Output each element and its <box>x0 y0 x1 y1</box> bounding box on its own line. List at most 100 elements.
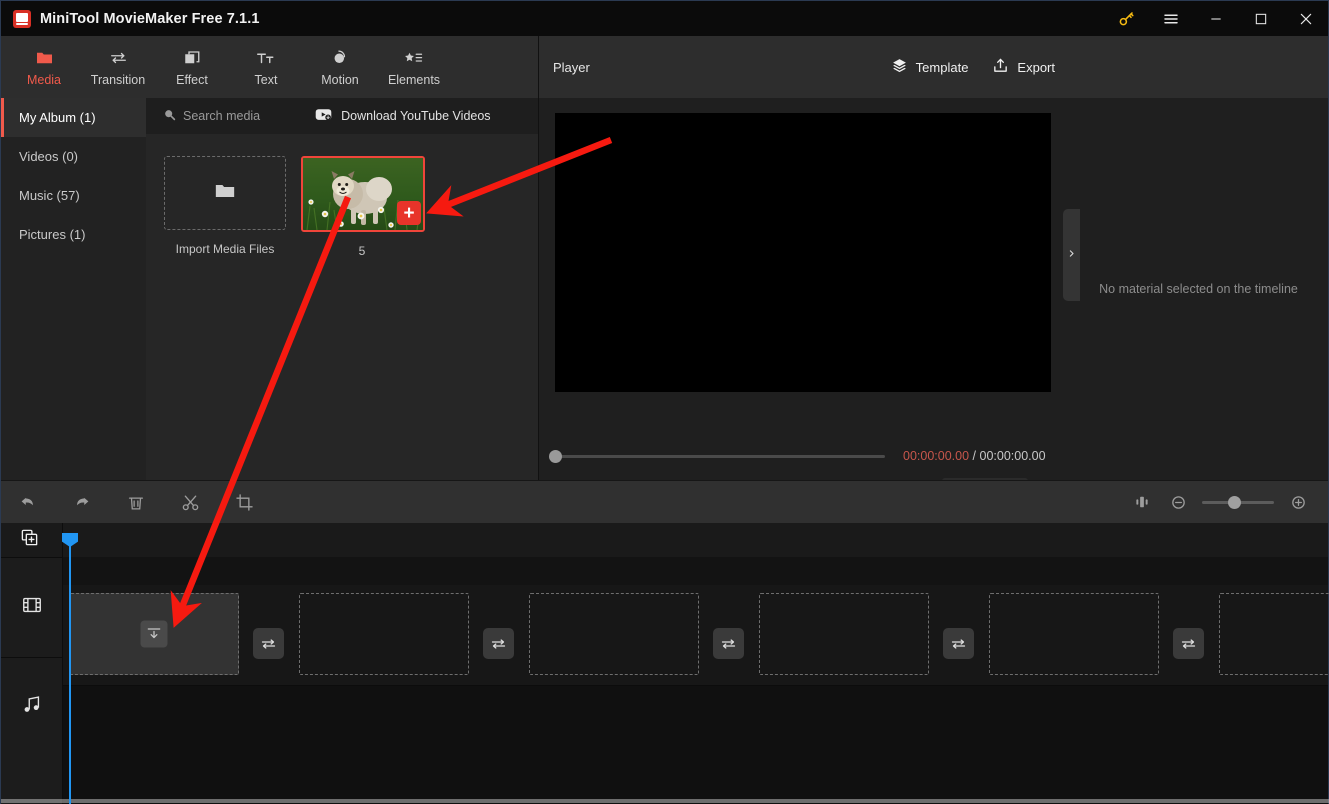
audio-track[interactable] <box>63 685 1328 783</box>
sidebar-item-videos[interactable]: Videos (0) <box>1 137 146 176</box>
tab-transition-label: Transition <box>90 73 146 87</box>
timeline-toolbar <box>1 480 1328 523</box>
zoom-in-icon[interactable] <box>1282 481 1314 524</box>
video-track[interactable] <box>63 585 1329 685</box>
timeline-slot[interactable] <box>299 593 469 675</box>
film-strip-icon <box>21 594 43 621</box>
maximize-icon[interactable] <box>1238 1 1283 36</box>
audio-track-header[interactable] <box>1 657 62 755</box>
tab-transition[interactable]: Transition <box>81 38 155 96</box>
tab-elements-label: Elements <box>387 73 441 87</box>
tab-text-label: Text <box>254 73 278 87</box>
timeline-ruler[interactable] <box>63 523 1328 557</box>
timeline-slot[interactable] <box>69 593 239 675</box>
redo-button[interactable] <box>55 481 109 524</box>
timeline-slot[interactable] <box>759 593 929 675</box>
delete-button[interactable] <box>109 481 163 524</box>
download-youtube-videos-button[interactable]: Download YouTube Videos <box>315 108 491 124</box>
timeline-slot[interactable] <box>1219 593 1329 675</box>
transition-slot-button[interactable] <box>943 628 974 659</box>
tab-motion[interactable]: Motion <box>303 38 377 96</box>
minimize-icon[interactable] <box>1193 1 1238 36</box>
video-preview-area[interactable] <box>555 113 1051 392</box>
timeline-zoom-slider[interactable] <box>1202 495 1274 509</box>
split-button[interactable] <box>163 481 217 524</box>
search-placeholder-text: Search media <box>183 109 261 123</box>
transition-slot-button[interactable] <box>253 628 284 659</box>
properties-header <box>1069 36 1328 98</box>
fit-to-screen-icon[interactable] <box>1126 481 1158 524</box>
elements-icon <box>403 47 425 68</box>
export-button[interactable]: Export <box>992 57 1055 77</box>
timeline-playhead[interactable] <box>69 543 71 804</box>
sidebar-item-label: Videos (0) <box>19 149 79 164</box>
timeline-track-headers <box>1 523 63 804</box>
tab-effect[interactable]: Effect <box>155 38 229 96</box>
download-youtube-label: Download YouTube Videos <box>341 109 491 123</box>
sidebar-item-music[interactable]: Music (57) <box>1 176 146 215</box>
add-track-button[interactable] <box>1 523 62 557</box>
main-tab-strip: Media Transition Effect Text Motion Elem… <box>1 36 538 98</box>
media-category-list: My Album (1) Videos (0) Music (57) Pictu… <box>1 98 146 480</box>
template-button[interactable]: Template <box>891 57 969 77</box>
video-track-header[interactable] <box>1 557 62 657</box>
tab-motion-label: Motion <box>321 73 359 87</box>
application-window: MiniTool MovieMaker Free 7.1.1 Media Tra… <box>0 0 1329 804</box>
time-separator: / <box>972 449 977 463</box>
transition-slot-button[interactable] <box>1173 628 1204 659</box>
transition-slot-button[interactable] <box>483 628 514 659</box>
properties-collapse-toggle[interactable] <box>1063 209 1080 301</box>
media-grid: Import Media Files + 5 <box>146 134 538 258</box>
music-note-icon <box>21 693 43 720</box>
media-toolbar: Search media Download YouTube Videos <box>146 98 538 134</box>
key-icon[interactable] <box>1103 1 1148 36</box>
bottom-ruler-ticks <box>1 799 1329 803</box>
timeline-overlay-strip[interactable] <box>63 557 1328 585</box>
zoom-out-icon[interactable] <box>1162 481 1194 524</box>
seek-slider[interactable] <box>549 449 885 463</box>
sidebar-item-my-album[interactable]: My Album (1) <box>1 98 146 137</box>
import-media-files-button[interactable] <box>164 156 286 230</box>
media-thumbnail[interactable]: + <box>301 156 425 232</box>
drop-media-icon <box>140 620 168 648</box>
sidebar-item-pictures[interactable]: Pictures (1) <box>1 215 146 254</box>
timecode-display: 00:00:00.00 / 00:00:00.00 <box>903 449 1046 463</box>
search-icon <box>163 108 176 124</box>
close-icon[interactable] <box>1283 1 1328 36</box>
youtube-download-icon <box>315 108 332 124</box>
hamburger-menu-icon[interactable] <box>1148 1 1193 36</box>
app-logo-icon <box>13 9 31 28</box>
timeline-slot[interactable] <box>989 593 1159 675</box>
undo-button[interactable] <box>1 481 55 524</box>
sidebar-item-label: My Album (1) <box>19 110 96 125</box>
tab-text[interactable]: Text <box>229 38 303 96</box>
add-to-timeline-button[interactable]: + <box>397 201 421 225</box>
text-icon <box>255 47 277 68</box>
window-title: MiniTool MovieMaker Free 7.1.1 <box>40 10 260 27</box>
tab-media[interactable]: Media <box>7 38 81 96</box>
timeline-body <box>63 523 1329 804</box>
add-track-icon <box>20 528 39 552</box>
transition-slot-button[interactable] <box>713 628 744 659</box>
search-input[interactable]: Search media <box>163 108 260 124</box>
timeline-zoom-handle[interactable] <box>1228 495 1241 509</box>
timeline-slot[interactable] <box>529 593 699 675</box>
transition-icon <box>108 47 129 68</box>
folder-open-icon <box>212 180 238 207</box>
effect-icon <box>182 47 202 68</box>
properties-empty-message: No material selected on the timeline <box>1099 282 1298 296</box>
layers-icon <box>891 57 908 77</box>
folder-icon <box>34 47 55 68</box>
total-time: 00:00:00.00 <box>979 449 1046 463</box>
title-bar: MiniTool MovieMaker Free 7.1.1 <box>1 1 1328 36</box>
timeline-zoom-group <box>1126 481 1328 524</box>
tab-effect-label: Effect <box>176 73 208 87</box>
template-label: Template <box>915 59 969 75</box>
crop-button[interactable] <box>217 481 271 524</box>
tab-elements[interactable]: Elements <box>377 38 451 96</box>
seek-handle[interactable] <box>549 449 562 463</box>
player-seek-row: 00:00:00.00 / 00:00:00.00 <box>549 441 1064 471</box>
sidebar-item-label: Pictures (1) <box>19 227 86 242</box>
import-media-cell: Import Media Files <box>164 156 286 258</box>
timeline <box>1 523 1329 804</box>
